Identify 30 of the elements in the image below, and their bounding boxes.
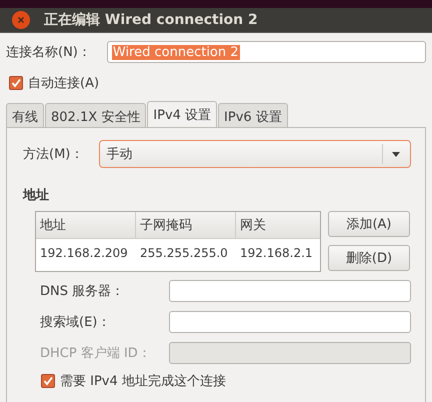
- checkbox[interactable]: [9, 76, 23, 90]
- field-label: 搜索域(E)：: [40, 314, 112, 331]
- checkbox-label: 自动连接(A): [28, 75, 100, 92]
- table-button[interactable]: 添加(A): [328, 211, 410, 237]
- field-label: DHCP 客户端 ID：: [40, 345, 152, 362]
- tab[interactable]: IPv6 设置: [218, 103, 288, 127]
- tab[interactable]: 802.1X 安全性: [45, 103, 146, 127]
- field-value: Wired connection 2: [112, 44, 240, 60]
- window-title: 正在编辑 Wired connection 2: [44, 11, 258, 29]
- column-header[interactable]: 子网掩码: [136, 212, 236, 238]
- tab[interactable]: IPv4 设置: [147, 101, 218, 127]
- tab[interactable]: 有线: [6, 103, 44, 127]
- column-header[interactable]: 地址: [36, 212, 136, 238]
- method-dropdown[interactable]: 手动: [99, 140, 411, 168]
- dropdown-arrow-icon: [392, 152, 400, 156]
- field-label: DNS 服务器：: [40, 283, 126, 300]
- checkbox[interactable]: [41, 374, 55, 388]
- field-label: 方法(M)：: [23, 146, 84, 163]
- input-field[interactable]: [169, 342, 411, 364]
- close-icon[interactable]: [12, 11, 30, 29]
- table-cell-text: 192.168.2.209: [39, 246, 129, 260]
- section-title: 地址: [23, 187, 50, 204]
- column-header[interactable]: 网关: [236, 212, 320, 238]
- table-cell-text: 192.168.2.1: [239, 246, 314, 260]
- input-field[interactable]: [169, 280, 411, 302]
- checkbox-label: 需要 IPv4 地址完成这个连接: [60, 373, 226, 390]
- table-cell-text: 255.255.255.0: [139, 246, 229, 260]
- field-label: 连接名称(N)：: [6, 44, 91, 61]
- table-button[interactable]: 删除(D): [328, 245, 410, 271]
- input-field[interactable]: [169, 311, 411, 333]
